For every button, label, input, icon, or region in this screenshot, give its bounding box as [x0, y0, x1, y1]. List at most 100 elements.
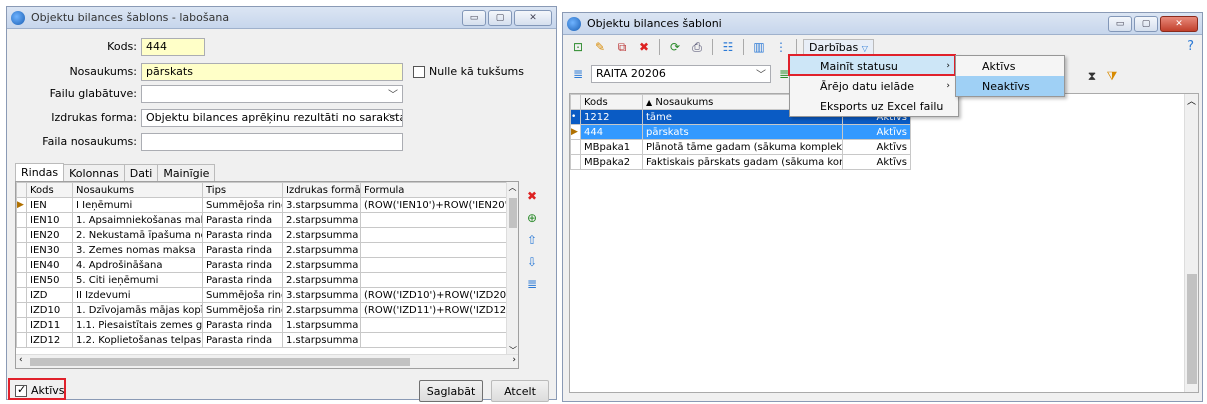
maximize-button[interactable]: ▢ [1134, 15, 1158, 32]
table-row[interactable]: IEN202. Nekustamā īpašuma nodoklisParast… [16, 227, 511, 243]
move-down-icon[interactable]: ⇩ [527, 255, 537, 269]
menu-item-datu-ielade[interactable]: Ārējo datu ielāde › [790, 76, 958, 96]
table-row[interactable]: IZD12 1.2. Koplietošanas telpas Parasta ri… [16, 332, 511, 348]
nulle-checkbox[interactable]: Nulle kā tukšums [413, 65, 524, 78]
menu-item-eksports[interactable]: Eksports uz Excel failu [790, 96, 958, 116]
nulle-checkbox-box[interactable] [413, 66, 425, 78]
filter-list-icon: ≣ [572, 67, 584, 81]
nosaukums-input[interactable]: pārskats [141, 63, 403, 81]
close-button[interactable]: ✕ [514, 9, 552, 26]
tree-icon[interactable]: ⋮ [772, 38, 790, 56]
list-window: Objektu bilances šabloni ▭ ▢ ✕ ⊡ ✎ ⧉ ✖ ⟳… [562, 12, 1203, 402]
faila-input[interactable] [141, 133, 403, 151]
table-row[interactable]: IZD101. Dzīvojamās mājas kopīpašum...Sum… [16, 302, 511, 318]
tab-rindas[interactable]: Rindas [15, 163, 65, 182]
aktivs-checkbox-box[interactable] [15, 383, 27, 397]
new-icon[interactable]: ⊡ [569, 38, 587, 56]
chevron-right-icon: › [946, 61, 950, 71]
indent-icon[interactable]: ≣ [527, 277, 537, 291]
edit-icon[interactable]: ✎ [591, 38, 609, 56]
scroll-right-icon[interactable]: › [512, 355, 516, 365]
grid-header: Kods Nosaukums Tips Izdrukas formāts For… [16, 182, 511, 198]
sort-asc-icon: ▲ [646, 97, 653, 107]
toolbar: ⊡ ✎ ⧉ ✖ ⟳ ⎙ ☷ ▥ ⋮ Darbības ▽ [569, 38, 874, 56]
table-row[interactable]: IEN50 5. Citi ieņēmumi Parasta rinda 2.star… [16, 272, 511, 288]
maximize-button[interactable]: ▢ [488, 9, 512, 26]
delete-icon[interactable]: ✖ [635, 38, 653, 56]
scroll-thumb[interactable] [509, 198, 517, 228]
save-button[interactable]: Saglabāt [419, 380, 483, 402]
col-formula[interactable]: Formula [360, 182, 511, 198]
close-button[interactable]: ✕ [1160, 15, 1198, 32]
table-row[interactable]: ▶ 444 pārskats Aktīvs [570, 124, 911, 140]
scroll-h-thumb[interactable] [30, 358, 410, 366]
aktivs-label: Aktīvs [31, 384, 65, 397]
edit-window: Objektu bilances šablons - labošana ▭ ▢ … [6, 6, 557, 402]
row-actions: ✖ ⊕ ⇧ ⇩ ≣ [527, 189, 537, 291]
table-row[interactable]: IZDII IzdevumiSummējoša rinda3.starpsumm… [16, 287, 511, 303]
app-icon [11, 10, 25, 25]
chevron-down-icon: ﹀ [388, 114, 398, 125]
col-izdrukas[interactable]: Izdrukas formāts [282, 182, 361, 198]
scroll-up-icon[interactable]: ︿ [507, 182, 518, 193]
refresh-icon[interactable]: ⟳ [666, 38, 684, 56]
col-kods[interactable]: Kods [26, 182, 73, 198]
list-window-title: Objektu bilances šabloni [587, 17, 722, 30]
chevron-down-icon: ▽ [861, 43, 868, 53]
scroll-up-icon[interactable]: ︿ [1185, 94, 1198, 107]
table-row[interactable]: IZD111.1. Piesaistītais zemes gabalsPara… [16, 317, 511, 333]
sort-icon[interactable]: ⧗ [1083, 67, 1101, 85]
row-dot-icon: • [570, 109, 581, 125]
edit-window-title: Objektu bilances šablons - labošana [31, 11, 230, 24]
col-kods[interactable]: Kods [580, 94, 643, 110]
copy-icon[interactable]: ⧉ [613, 38, 631, 56]
scroll-thumb[interactable] [1187, 274, 1197, 384]
scroll-left-icon[interactable]: ‹ [19, 355, 23, 365]
izdrukas-value: Objektu bilances aprēķinu rezultāti no s… [146, 111, 403, 124]
grid-vertical-scrollbar[interactable]: ︿ ﹀ [506, 182, 518, 356]
minimize-button[interactable]: ▭ [462, 9, 486, 26]
app-icon [567, 16, 581, 31]
kods-label: Kods: [107, 40, 137, 53]
filter-select[interactable]: RAITA 20206 ﹀ [591, 65, 771, 83]
rows-grid-container: Kods Nosaukums Tips Izdrukas formāts For… [15, 181, 519, 369]
cancel-button[interactable]: Atcelt [491, 380, 549, 402]
delete-row-icon[interactable]: ✖ [527, 189, 537, 203]
table-row[interactable]: MBpaka2 Faktiskais pārskats gadam (sākuma… [570, 154, 911, 170]
funnel-icon[interactable]: ⧩ [1103, 67, 1121, 85]
table-row[interactable]: ▶IENI IeņēmumiSummējoša rinda3.starpsumm… [16, 197, 511, 213]
current-row-arrow-icon: ▶ [570, 124, 581, 140]
kods-input[interactable]: 444 [141, 38, 205, 56]
darbibas-menu-button[interactable]: Darbības ▽ [803, 38, 874, 56]
submenu-item-aktivs[interactable]: Aktīvs [956, 56, 1064, 76]
failu-select[interactable]: ﹀ [141, 85, 403, 103]
edit-window-titlebar[interactable]: Objektu bilances šablons - labošana ▭ ▢ … [7, 7, 556, 29]
columns-icon[interactable]: ▥ [750, 38, 768, 56]
chevron-right-icon: › [946, 81, 950, 91]
menu-item-mainit-statusu[interactable]: Mainīt statusu › [790, 56, 958, 76]
export-icon[interactable]: ☷ [719, 38, 737, 56]
list-vertical-scrollbar[interactable]: ︿ [1184, 94, 1198, 392]
aktivs-checkbox[interactable]: Aktīvs [15, 383, 65, 397]
table-row[interactable]: IEN30 3. Zemes nomas maksa Parasta rinda 2.… [16, 242, 511, 258]
col-nosaukums[interactable]: Nosaukums [72, 182, 203, 198]
table-row[interactable]: MBpaka1 Plānotā tāme gadam (sākuma komple… [570, 139, 911, 155]
darbibas-menu: Mainīt statusu › Ārējo datu ielāde › Ekspo… [789, 55, 959, 117]
list-window-titlebar[interactable]: Objektu bilances šabloni ▭ ▢ ✕ [563, 13, 1202, 35]
col-tips[interactable]: Tips [202, 182, 283, 198]
move-up-icon[interactable]: ⇧ [527, 233, 537, 247]
help-icon[interactable]: ? [1187, 39, 1194, 54]
chevron-down-icon: ﹀ [756, 70, 766, 81]
submenu-item-neaktivs[interactable]: Neaktīvs [956, 76, 1064, 96]
table-row[interactable]: IEN40 4. Apdrošināšana Parasta rinda 2.star… [16, 257, 511, 273]
rows-grid: Kods Nosaukums Tips Izdrukas formāts For… [16, 182, 511, 348]
status-submenu: Aktīvs Neaktīvs [955, 55, 1065, 97]
add-row-icon[interactable]: ⊕ [527, 211, 537, 225]
minimize-button[interactable]: ▭ [1108, 15, 1132, 32]
table-row[interactable]: IEN101. Apsaimniekošanas maksaParasta ri… [16, 212, 511, 228]
izdrukas-select[interactable]: Objektu bilances aprēķinu rezultāti no s… [141, 109, 403, 127]
grid-horizontal-scrollbar[interactable]: ‹ › [16, 354, 518, 368]
filter-bar: ≣ RAITA 20206 ﹀ ≣ [569, 65, 793, 83]
nosaukums-label: Nosaukums: [69, 65, 137, 78]
print-icon[interactable]: ⎙ [688, 38, 706, 56]
